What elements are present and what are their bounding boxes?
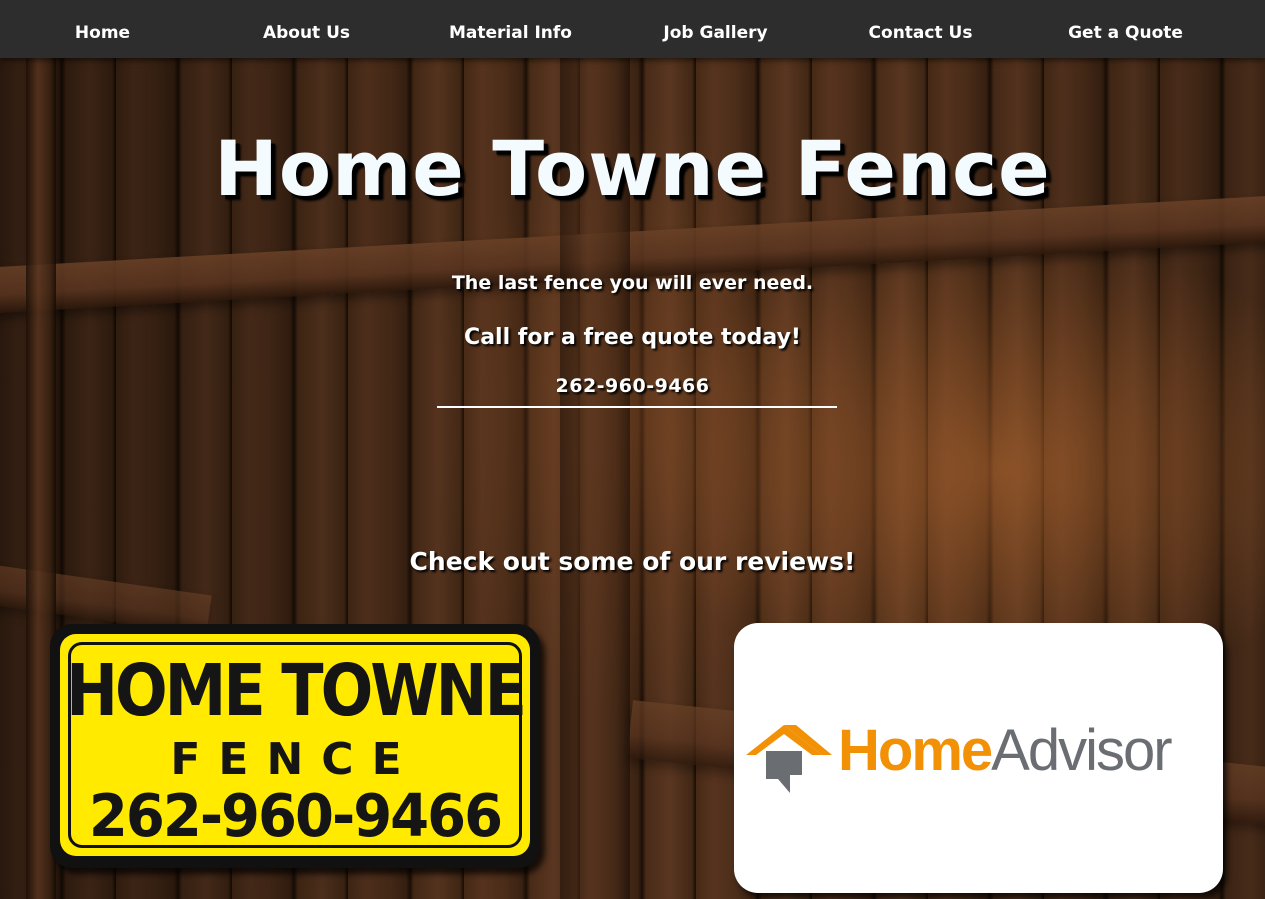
homeadvisor-logo-home: Home (838, 718, 993, 783)
sign-text-fence: FENCE (170, 734, 420, 785)
nav-material-info[interactable]: Material Info (408, 0, 613, 58)
homeadvisor-review-link[interactable]: HomeAdvisor (734, 623, 1223, 893)
home-towne-fence-sign: HOME TOWNE FENCE 262-960-9466 (50, 624, 540, 868)
tagline: The last fence you will ever need. (451, 272, 814, 294)
main-nav: Home About Us Material Info Job Gallery … (0, 0, 1265, 58)
homeadvisor-logo: HomeAdvisor (838, 717, 1173, 784)
phone-number[interactable]: 262-960-9466 (0, 375, 1265, 397)
homeadvisor-logo-advisor: Advisor (991, 718, 1172, 783)
reviews-heading: Check out some of our reviews! (409, 547, 856, 576)
nav-home[interactable]: Home (0, 0, 205, 58)
divider (437, 406, 837, 408)
nav-get-a-quote[interactable]: Get a Quote (1023, 0, 1228, 58)
sign-text-phone: 262-960-9466 (88, 782, 503, 851)
page-title: Home Towne Fence (214, 124, 1051, 213)
sign-text-name: HOME TOWNE (66, 648, 527, 733)
call-to-action: Call for a free quote today! (464, 325, 801, 350)
sign-face: HOME TOWNE FENCE 262-960-9466 (60, 634, 530, 856)
nav-contact-us[interactable]: Contact Us (818, 0, 1023, 58)
nav-about-us[interactable]: About Us (204, 0, 409, 58)
homeadvisor-house-icon (746, 725, 832, 793)
nav-job-gallery[interactable]: Job Gallery (613, 0, 818, 58)
